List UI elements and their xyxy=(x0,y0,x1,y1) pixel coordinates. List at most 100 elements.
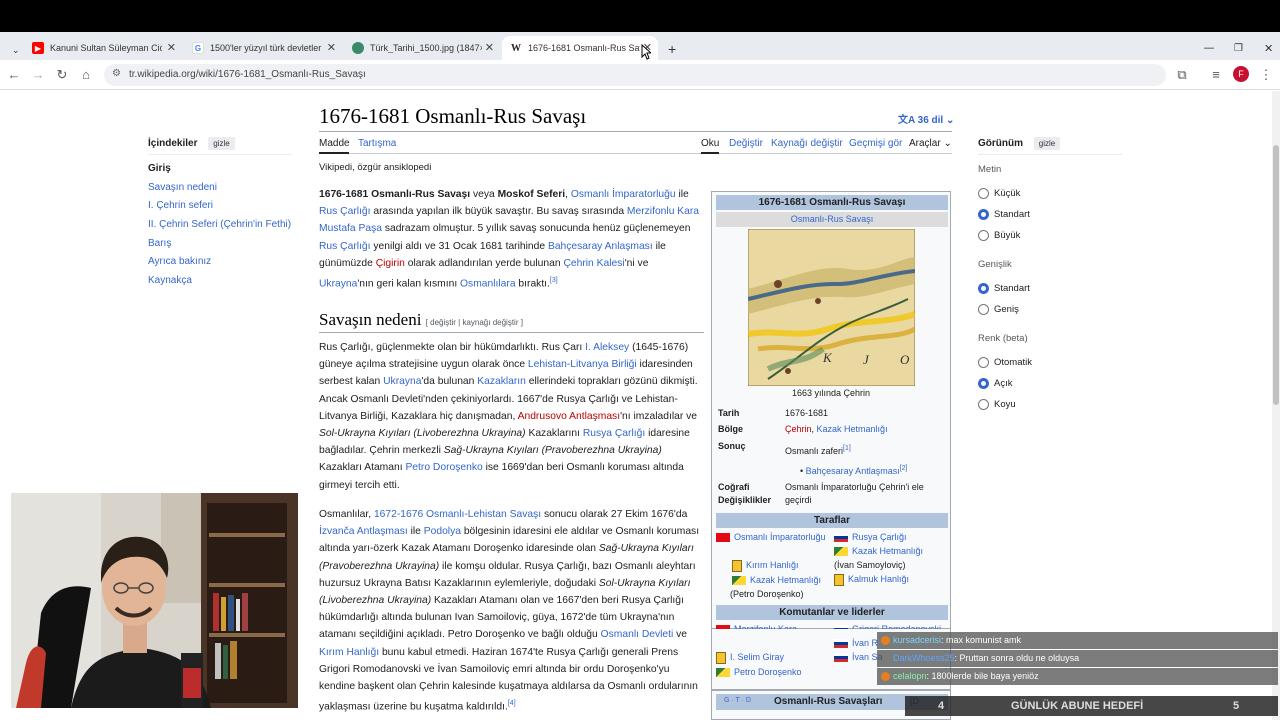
close-icon: ✕ xyxy=(1264,42,1274,55)
toc-item-peace[interactable]: Barış xyxy=(148,238,171,249)
radio-button-selected[interactable] xyxy=(978,378,989,389)
tab-edit[interactable]: Değiştir xyxy=(729,138,763,149)
tab-talk[interactable]: Tartışma xyxy=(358,138,396,149)
link[interactable]: Kazak Hetmanlığı xyxy=(750,575,821,585)
link[interactable]: Kazakların xyxy=(477,376,526,387)
link[interactable]: Osmanlı İmparatorluğu xyxy=(571,189,676,200)
section-edit-links[interactable]: [ değiştir | kaynağı değiştir ] xyxy=(426,318,523,327)
radio-button[interactable] xyxy=(978,230,989,241)
link[interactable]: Kırım Hanlığı xyxy=(746,560,799,570)
link[interactable]: Osmanlı İmparatorluğu xyxy=(734,532,826,542)
scrollbar-thumb[interactable] xyxy=(1273,145,1279,405)
link[interactable]: Rusya Çarlığı xyxy=(583,428,645,439)
commander-doroshenko: Petro Doroşenko xyxy=(716,665,802,679)
tabs-underline xyxy=(319,153,952,154)
link[interactable]: İvan R xyxy=(852,638,878,648)
link[interactable]: Çehrin Kalesi xyxy=(563,258,624,269)
site-info-icon[interactable]: ⚙ xyxy=(112,68,121,79)
radio-button-selected[interactable] xyxy=(978,209,989,220)
link[interactable]: I. Selim Giray xyxy=(730,652,784,662)
toc-item-second-campaign[interactable]: II. Çehrin Seferi (Çehrin'in Fethi) xyxy=(148,219,291,230)
appearance-hide-button[interactable]: gizle xyxy=(1033,137,1061,150)
radio-button[interactable] xyxy=(978,188,989,199)
radio-width-wide[interactable]: Geniş xyxy=(978,304,1019,315)
toc-item-cause[interactable]: Savaşın nedeni xyxy=(148,182,217,193)
link[interactable]: Ukrayna xyxy=(383,376,421,387)
link[interactable]: Lehistan-Litvanya Birliği xyxy=(528,359,637,370)
close-tab-icon[interactable]: ✕ xyxy=(167,41,176,54)
tab-wikipedia[interactable]: W 1676-1681 Osmanlı-Rus Savaşı ✕ xyxy=(502,36,658,60)
navbox-vte-links[interactable]: G · T · D xyxy=(724,697,751,704)
radio-text-standard[interactable]: Standart xyxy=(978,209,1030,220)
tab-image[interactable]: Türk_Tarihi_1500.jpg (1847×8( ✕ xyxy=(344,36,500,60)
link[interactable]: I. Aleksey xyxy=(585,342,629,353)
link[interactable]: Bahçesaray Antlaşması xyxy=(806,466,900,476)
restore-icon: ❐ xyxy=(1234,42,1243,54)
link[interactable]: Rusya Çarlığı xyxy=(852,532,907,542)
address-bar[interactable]: ⚙ tr.wikipedia.org/wiki/1676-1681_Osmanl… xyxy=(104,64,1166,86)
tab-edit-source[interactable]: Kaynağı değiştir xyxy=(771,138,843,149)
new-tab-button[interactable]: + xyxy=(660,37,682,61)
link[interactable]: Rus Çarlığı xyxy=(319,241,371,252)
link[interactable]: 1672-1676 Osmanlı-Lehistan Savaşı xyxy=(374,509,541,520)
radio-color-light[interactable]: Açık xyxy=(978,378,1012,389)
close-tab-icon[interactable]: ✕ xyxy=(485,41,494,54)
redlink[interactable]: Çigirin xyxy=(376,258,405,269)
back-icon[interactable]: ← xyxy=(6,67,22,82)
minimize-button[interactable]: — xyxy=(1196,36,1214,60)
radio-text-small[interactable]: Küçük xyxy=(978,188,1020,199)
cause-paragraph-2: Osmanlılar, 1672-1676 Osmanlı-Lehistan S… xyxy=(319,509,700,713)
link[interactable]: İzvanča Antlaşması xyxy=(319,526,408,537)
menu-icon[interactable]: ⋮ xyxy=(1258,67,1274,83)
close-window-button[interactable]: ✕ xyxy=(1256,36,1274,60)
intro-paragraph: 1676-1681 Osmanlı-Rus Savaşı veya Moskof… xyxy=(319,189,700,290)
maximize-button[interactable]: ❐ xyxy=(1226,36,1244,60)
tab-list-button[interactable]: ⌄ xyxy=(4,38,24,62)
tab-article[interactable]: Madde xyxy=(319,138,350,149)
toc-item-intro[interactable]: Giriş xyxy=(148,163,171,174)
radio-text-large[interactable]: Büyük xyxy=(978,230,1020,241)
tab-history[interactable]: Geçmişi gör xyxy=(849,138,902,149)
tab-kanuni[interactable]: ▶ Kanuni Sultan Süleyman Ciddiy ✕ xyxy=(24,36,182,60)
toc-item-see-also[interactable]: Ayrıca bakınız xyxy=(148,256,211,267)
toc-hide-button[interactable]: gizle xyxy=(208,137,235,150)
language-selector[interactable]: 文A 36 dil ⌄ xyxy=(898,111,954,126)
link[interactable]: Kazak Hetmanlığı xyxy=(817,424,888,434)
link[interactable]: Merzifonlu Kara Mustafa Paşa xyxy=(319,206,699,234)
home-icon[interactable]: ⌂ xyxy=(78,67,94,82)
radio-button-selected[interactable] xyxy=(978,283,989,294)
close-tab-icon[interactable]: ✕ xyxy=(327,41,336,54)
redlink[interactable]: Çehrin xyxy=(785,424,812,434)
radio-width-standard[interactable]: Standart xyxy=(978,283,1030,294)
link[interactable]: Kazak Hetmanlığı xyxy=(852,546,923,556)
toc-divider xyxy=(148,154,292,155)
toc-item-first-campaign[interactable]: I. Çehrin seferi xyxy=(148,200,213,211)
extensions-icon[interactable]: ⧉ xyxy=(1174,67,1190,83)
radio-color-auto[interactable]: Otomatik xyxy=(978,357,1032,368)
media-control-icon[interactable]: ≡ xyxy=(1208,67,1224,82)
radio-button[interactable] xyxy=(978,304,989,315)
radio-button[interactable] xyxy=(978,399,989,410)
forward-icon[interactable]: → xyxy=(30,67,46,82)
radio-color-dark[interactable]: Koyu xyxy=(978,399,1016,410)
profile-avatar[interactable]: F xyxy=(1233,66,1249,82)
radio-button[interactable] xyxy=(978,357,989,368)
tab-read[interactable]: Oku xyxy=(701,138,719,149)
link[interactable]: Podolya xyxy=(424,526,461,537)
map-image[interactable]: K J O xyxy=(748,229,915,386)
link[interactable]: Petro Doroşenko xyxy=(734,667,802,677)
tab-google[interactable]: G 1500'ler yüzyıl türk devletler - G ✕ xyxy=(184,36,342,60)
link[interactable]: Bahçesaray Anlaşması xyxy=(548,241,653,252)
link[interactable]: Petro Doroşenko xyxy=(405,462,482,473)
infobox-subtitle[interactable]: Osmanlı-Rus Savaşı xyxy=(716,212,948,227)
tools-menu[interactable]: Araçlar ⌄ xyxy=(909,138,952,149)
link[interactable]: Ukrayna xyxy=(319,278,357,289)
link[interactable]: Rus Çarlığı xyxy=(319,206,371,217)
link[interactable]: Kalmuk Hanlığı xyxy=(848,574,909,584)
link[interactable]: Kırım Hanlığı xyxy=(319,647,379,658)
redlink[interactable]: Andrusovo Antlaşması xyxy=(518,411,620,422)
link[interactable]: Osmanlı Devleti xyxy=(601,629,674,640)
toc-item-references[interactable]: Kaynakça xyxy=(148,275,192,286)
link[interactable]: Osmanlılara xyxy=(460,278,516,289)
reload-icon[interactable]: ↻ xyxy=(54,67,70,83)
